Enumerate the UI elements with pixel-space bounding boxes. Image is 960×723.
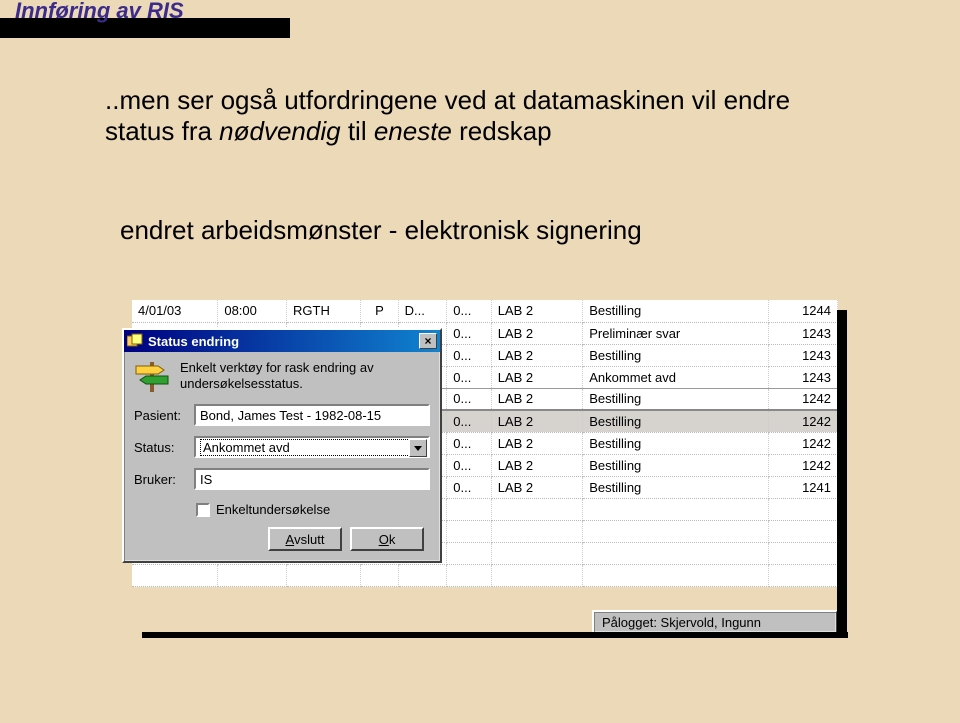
dialog-titlebar[interactable]: Status endring × <box>124 330 440 352</box>
close-button[interactable]: × <box>419 333 437 349</box>
cell: RGTH <box>287 300 361 322</box>
cell: Bestilling <box>583 300 769 322</box>
cell: 1243 <box>769 322 838 344</box>
cell: 0... <box>447 476 491 498</box>
slide-paragraph-2: endret arbeidsmønster - elektronisk sign… <box>120 215 860 246</box>
cell: 0... <box>447 388 491 410</box>
chevron-down-icon[interactable] <box>409 439 427 457</box>
label-bruker: Bruker: <box>134 472 194 487</box>
cell: P <box>361 300 398 322</box>
shadow <box>142 632 848 638</box>
cell: Preliminær svar <box>583 322 769 344</box>
cell: D... <box>398 300 447 322</box>
cell: 1242 <box>769 432 838 454</box>
shadow <box>837 310 847 634</box>
cell: 1243 <box>769 366 838 388</box>
cell: 1242 <box>769 454 838 476</box>
cell: Bestilling <box>583 410 769 432</box>
cell: 0... <box>447 432 491 454</box>
cell: 1242 <box>769 410 838 432</box>
cell: LAB 2 <box>491 322 583 344</box>
cell: 1243 <box>769 344 838 366</box>
cell: LAB 2 <box>491 366 583 388</box>
cell: 08:00 <box>218 300 287 322</box>
cell: LAB 2 <box>491 344 583 366</box>
cell: LAB 2 <box>491 454 583 476</box>
cell: LAB 2 <box>491 476 583 498</box>
sign-icon <box>127 333 143 349</box>
bruker-field[interactable]: IS <box>194 468 430 490</box>
cell: Bestilling <box>583 454 769 476</box>
pasient-field[interactable]: Bond, James Test - 1982-08-15 <box>194 404 430 426</box>
status-dropdown[interactable]: Ankommet avd <box>194 436 430 458</box>
cell: Bestilling <box>583 344 769 366</box>
cell: 0... <box>447 344 491 366</box>
cell: 4/01/03 <box>132 300 218 322</box>
cell: LAB 2 <box>491 388 583 410</box>
dialog-title: Status endring <box>148 334 239 349</box>
cell: 1241 <box>769 476 838 498</box>
cell: Ankommet avd <box>583 366 769 388</box>
cell: 0... <box>447 366 491 388</box>
cell: LAB 2 <box>491 300 583 322</box>
cell: LAB 2 <box>491 432 583 454</box>
status-change-dialog: Status endring × Enkelt verktøy for rask… <box>122 328 442 563</box>
table-row[interactable]: 4/01/0308:00RGTHPD...0...LAB 2Bestilling… <box>132 300 838 322</box>
cell: 1244 <box>769 300 838 322</box>
app-screenshot: 4/01/0308:00RGTHPD...0...LAB 2Bestilling… <box>132 300 838 634</box>
checkbox-label: Enkeltundersøkelse <box>216 502 330 517</box>
cell: 0... <box>447 300 491 322</box>
table-row <box>132 564 838 586</box>
ok-button[interactable]: Ok <box>350 527 424 551</box>
enkeltundersokelse-checkbox[interactable] <box>196 503 210 517</box>
cell: 0... <box>447 322 491 344</box>
statusbar: Pålogget: Skjervold, Ingunn <box>592 610 838 634</box>
cell: Bestilling <box>583 476 769 498</box>
cell: 1242 <box>769 388 838 410</box>
slide-paragraph-1: ..men ser også utfordringene ved at data… <box>105 85 865 147</box>
cell: LAB 2 <box>491 410 583 432</box>
cell: 0... <box>447 410 491 432</box>
slide-header: Innføring av RIS <box>15 0 184 24</box>
cell: 0... <box>447 454 491 476</box>
signpost-icon <box>134 358 170 394</box>
label-status: Status: <box>134 440 194 455</box>
label-pasient: Pasient: <box>134 408 194 423</box>
cell: Bestilling <box>583 388 769 410</box>
cell: Bestilling <box>583 432 769 454</box>
avslutt-button[interactable]: Avslutt <box>268 527 342 551</box>
dialog-hint: Enkelt verktøy for rask endring av under… <box>180 358 430 393</box>
